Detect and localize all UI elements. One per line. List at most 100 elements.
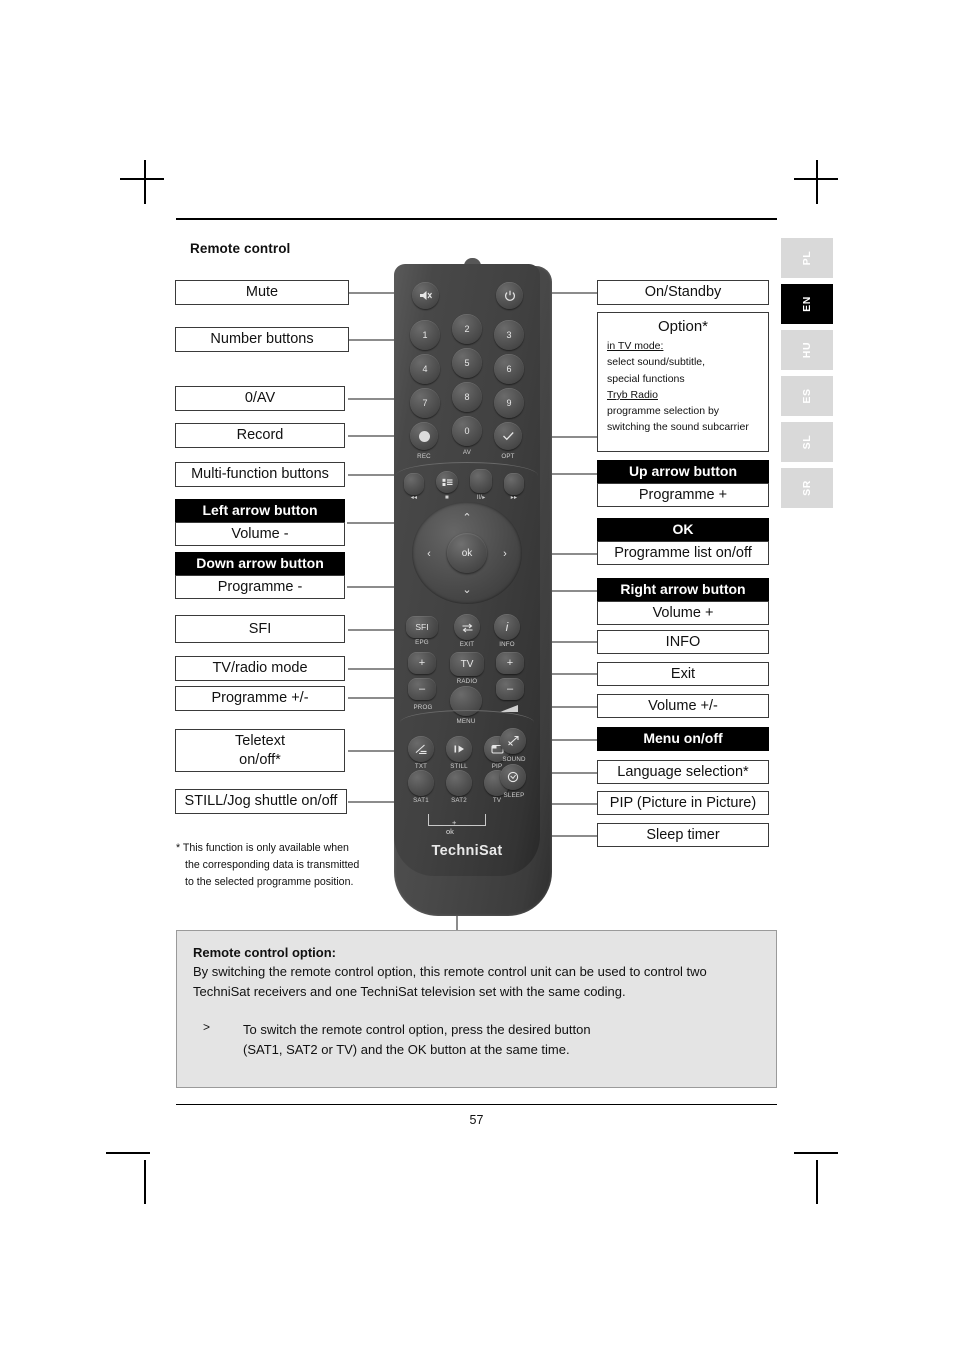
key-9[interactable]: 9: [494, 388, 524, 418]
sound-icon[interactable]: [500, 728, 526, 754]
option-line-1: in TV mode:: [607, 340, 664, 352]
still-icon[interactable]: [446, 736, 472, 762]
callout-language-selection: Language selection*: [597, 760, 769, 784]
language-tab-pl[interactable]: PL: [781, 238, 833, 278]
callout-label: INFO: [665, 633, 701, 650]
bracket-ok-label: ok: [446, 827, 454, 836]
callout-label: Down arrow button: [196, 554, 324, 571]
language-tab-strip: PL EN HU ES SL SR: [781, 238, 833, 514]
callout-mute: Mute: [175, 280, 349, 305]
callout-number-buttons: Number buttons: [175, 327, 349, 352]
ok-label: ok: [461, 547, 473, 559]
callout-teletext: Teletext on/off*: [175, 729, 345, 772]
power-icon[interactable]: [496, 282, 523, 309]
callout-label: Sleep timer: [646, 826, 720, 843]
tv-radio-button[interactable]: TV: [450, 652, 484, 676]
callout-zero-av: 0/AV: [175, 386, 345, 411]
prog-minus-label: –: [418, 683, 426, 695]
bullet-line-1: To switch the remote control option, pre…: [243, 1021, 591, 1037]
language-tab-label: SR: [801, 480, 813, 496]
ok-button[interactable]: ok: [447, 533, 487, 573]
key-5[interactable]: 5: [452, 348, 482, 378]
language-tab-es[interactable]: ES: [781, 376, 833, 416]
navigation-pad: ⌃ ⌄ ‹ › ok: [412, 502, 522, 604]
footnote-line-1: * This function is only available when: [176, 842, 349, 854]
option-icon[interactable]: [494, 422, 522, 450]
callout-menu-on-off: Menu on/off: [597, 727, 769, 751]
option-switch-bracket: [428, 814, 486, 826]
programme-up-button[interactable]: +: [408, 652, 436, 674]
language-tab-en[interactable]: EN: [781, 284, 833, 324]
bullet-line-2: (SAT1, SAT2 or TV) and the OK button at …: [243, 1041, 570, 1057]
callout-option: Option* in TV mode: select sound/subtitl…: [597, 312, 769, 452]
up-arrow-glyph: ⌃: [462, 511, 472, 524]
key-rewind[interactable]: [404, 473, 424, 495]
teletext-glyph: [415, 744, 426, 754]
info-icon[interactable]: i: [494, 614, 520, 640]
prog-plus-label: +: [418, 657, 426, 669]
language-tab-hu[interactable]: HU: [781, 330, 833, 370]
callout-info: INFO: [597, 630, 769, 654]
callout-left-arrow-body: Volume -: [175, 522, 345, 546]
radio-caption: RADIO: [456, 678, 478, 685]
rewind-caption: ◂◂: [410, 494, 418, 501]
remote-control-illustration: 1 2 3 4 5 6 7 8 9 REC 0 AV OPT ◂◂ ■ II/▸…: [388, 258, 558, 916]
callout-label: Number buttons: [210, 331, 314, 348]
key-2[interactable]: 2: [452, 314, 482, 344]
sfi-label: SFI: [415, 622, 429, 632]
callout-label: Left arrow button: [202, 501, 318, 518]
volume-up-button[interactable]: +: [496, 652, 524, 674]
down-arrow-icon[interactable]: ⌄: [452, 580, 482, 598]
callout-label: Mute: [245, 284, 279, 301]
language-tab-sl[interactable]: SL: [781, 422, 833, 462]
key-4[interactable]: 4: [410, 354, 440, 384]
callout-label: TV/radio mode: [212, 660, 308, 677]
language-tab-sr[interactable]: SR: [781, 468, 833, 508]
crop-mark-bottom-right-v: [816, 1160, 818, 1204]
up-arrow-icon[interactable]: ⌃: [452, 508, 482, 526]
record-icon[interactable]: [410, 422, 438, 450]
key-6[interactable]: 6: [494, 354, 524, 384]
key-play-pause[interactable]: [470, 469, 492, 493]
callout-label: Programme +: [638, 486, 728, 503]
callout-down-arrow-body: Programme -: [175, 575, 345, 599]
sfi-button[interactable]: SFI: [406, 616, 438, 638]
teletext-icon[interactable]: [408, 736, 434, 762]
callout-ok-header: OK: [597, 518, 769, 541]
callout-label: Language selection*: [617, 763, 749, 780]
key-label: 5: [464, 358, 470, 368]
callout-label: Volume +: [652, 604, 714, 621]
key-fast-forward[interactable]: [504, 473, 524, 495]
callout-label: STILL/Jog shuttle on/off: [184, 793, 338, 810]
mute-icon[interactable]: [412, 282, 439, 309]
key-stop[interactable]: [436, 471, 458, 493]
option-line-5: programme selection by: [607, 405, 720, 418]
key-3[interactable]: 3: [494, 320, 524, 350]
key-8[interactable]: 8: [452, 382, 482, 412]
prog-caption: PROG: [413, 704, 433, 711]
callout-sfi: SFI: [175, 615, 345, 643]
callout-right-arrow-body: Volume +: [597, 601, 769, 625]
power-glyph: [504, 290, 515, 301]
key-7[interactable]: 7: [410, 388, 440, 418]
key-label: 8: [464, 392, 470, 402]
key-0-av[interactable]: 0: [452, 416, 482, 446]
key-label: 1: [422, 330, 428, 340]
exit-icon[interactable]: [454, 614, 480, 640]
volume-down-button[interactable]: –: [496, 678, 524, 700]
callout-label: Programme list on/off: [614, 544, 752, 561]
note-bullet: > To switch the remote control option, p…: [193, 1020, 760, 1060]
left-arrow-icon[interactable]: ‹: [420, 544, 438, 564]
callout-label: Record: [236, 427, 284, 444]
stop-caption: ■: [445, 494, 449, 501]
programme-down-button[interactable]: –: [408, 678, 436, 700]
key-1[interactable]: 1: [410, 320, 440, 350]
bullet-text: To switch the remote control option, pre…: [243, 1020, 591, 1060]
right-arrow-icon[interactable]: ›: [496, 544, 514, 564]
option-line-6: switching the sound subcarrier: [607, 421, 749, 434]
footnote-line-2: the corresponding data is transmitted: [185, 859, 360, 872]
list-glyph: [442, 478, 452, 486]
sat1-button[interactable]: [408, 770, 434, 796]
sat2-button[interactable]: [446, 770, 472, 796]
sleep-icon[interactable]: [500, 764, 526, 790]
